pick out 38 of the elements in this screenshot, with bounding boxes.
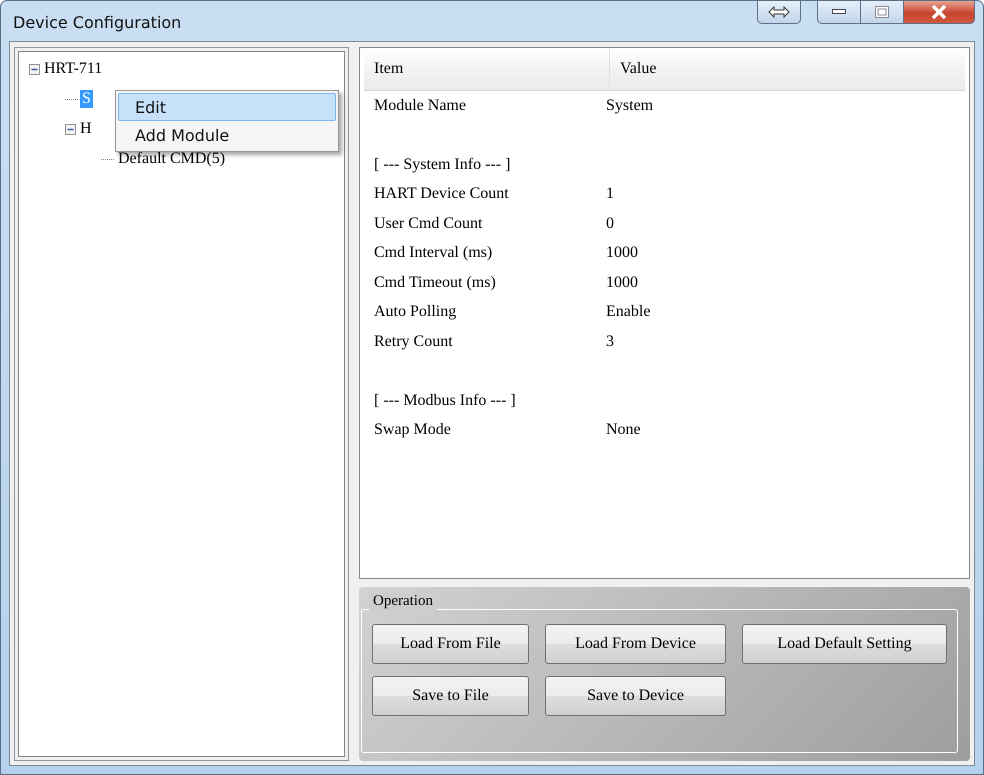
- menu-item[interactable]: Edit: [118, 93, 336, 121]
- resize-arrows-icon[interactable]: [757, 1, 801, 24]
- item-cell-text: Module Name: [374, 96, 467, 115]
- column-header[interactable]: Item: [364, 48, 610, 90]
- value-cell: 0: [606, 214, 614, 233]
- value-cell: 3: [606, 332, 614, 351]
- collapse-icon[interactable]: [29, 64, 40, 74]
- value-cell: 1: [606, 185, 614, 204]
- item-cell-text: User Cmd Count: [374, 214, 484, 233]
- column-header[interactable]: Value: [610, 48, 656, 90]
- item-cell-text: Cmd Timeout (ms): [374, 274, 497, 292]
- group-title: Operation: [369, 593, 437, 610]
- action-button[interactable]: Save to File: [372, 676, 529, 716]
- action-button[interactable]: Load Default Setting: [742, 624, 947, 664]
- item-cell-text: Auto Polling: [374, 303, 458, 322]
- collapse-icon[interactable]: [65, 124, 76, 134]
- tree-item[interactable]: HRT-711: [42, 60, 104, 78]
- action-button[interactable]: Save to Device: [545, 676, 726, 716]
- item-cell-text: HART Device Count: [374, 185, 510, 204]
- item-cell-text: Retry Count: [374, 332, 454, 351]
- minimize-icon[interactable]: [817, 1, 861, 24]
- value-cell: None: [606, 421, 641, 440]
- section-heading: [ --- System Info --- ]: [374, 156, 512, 174]
- item-cell-text: Swap Mode: [374, 421, 452, 440]
- value-cell: Enable: [606, 303, 650, 322]
- maximize-icon[interactable]: [861, 1, 904, 24]
- menu-item[interactable]: Add Module: [118, 121, 336, 149]
- window-title: Device Configuration: [13, 13, 182, 32]
- close-icon[interactable]: [904, 1, 975, 24]
- tree-item[interactable]: Default CMD(5): [116, 150, 228, 168]
- value-cell: 1000: [606, 244, 638, 262]
- action-button[interactable]: Load From File: [372, 624, 529, 664]
- value-cell: 1000: [606, 274, 638, 292]
- value-cell: System: [606, 96, 654, 115]
- tree-item[interactable]: H: [78, 120, 94, 138]
- section-heading: [ --- Modbus Info --- ]: [374, 392, 517, 410]
- action-button[interactable]: Load From Device: [545, 624, 726, 664]
- item-cell-text: Cmd Interval (ms): [374, 244, 494, 262]
